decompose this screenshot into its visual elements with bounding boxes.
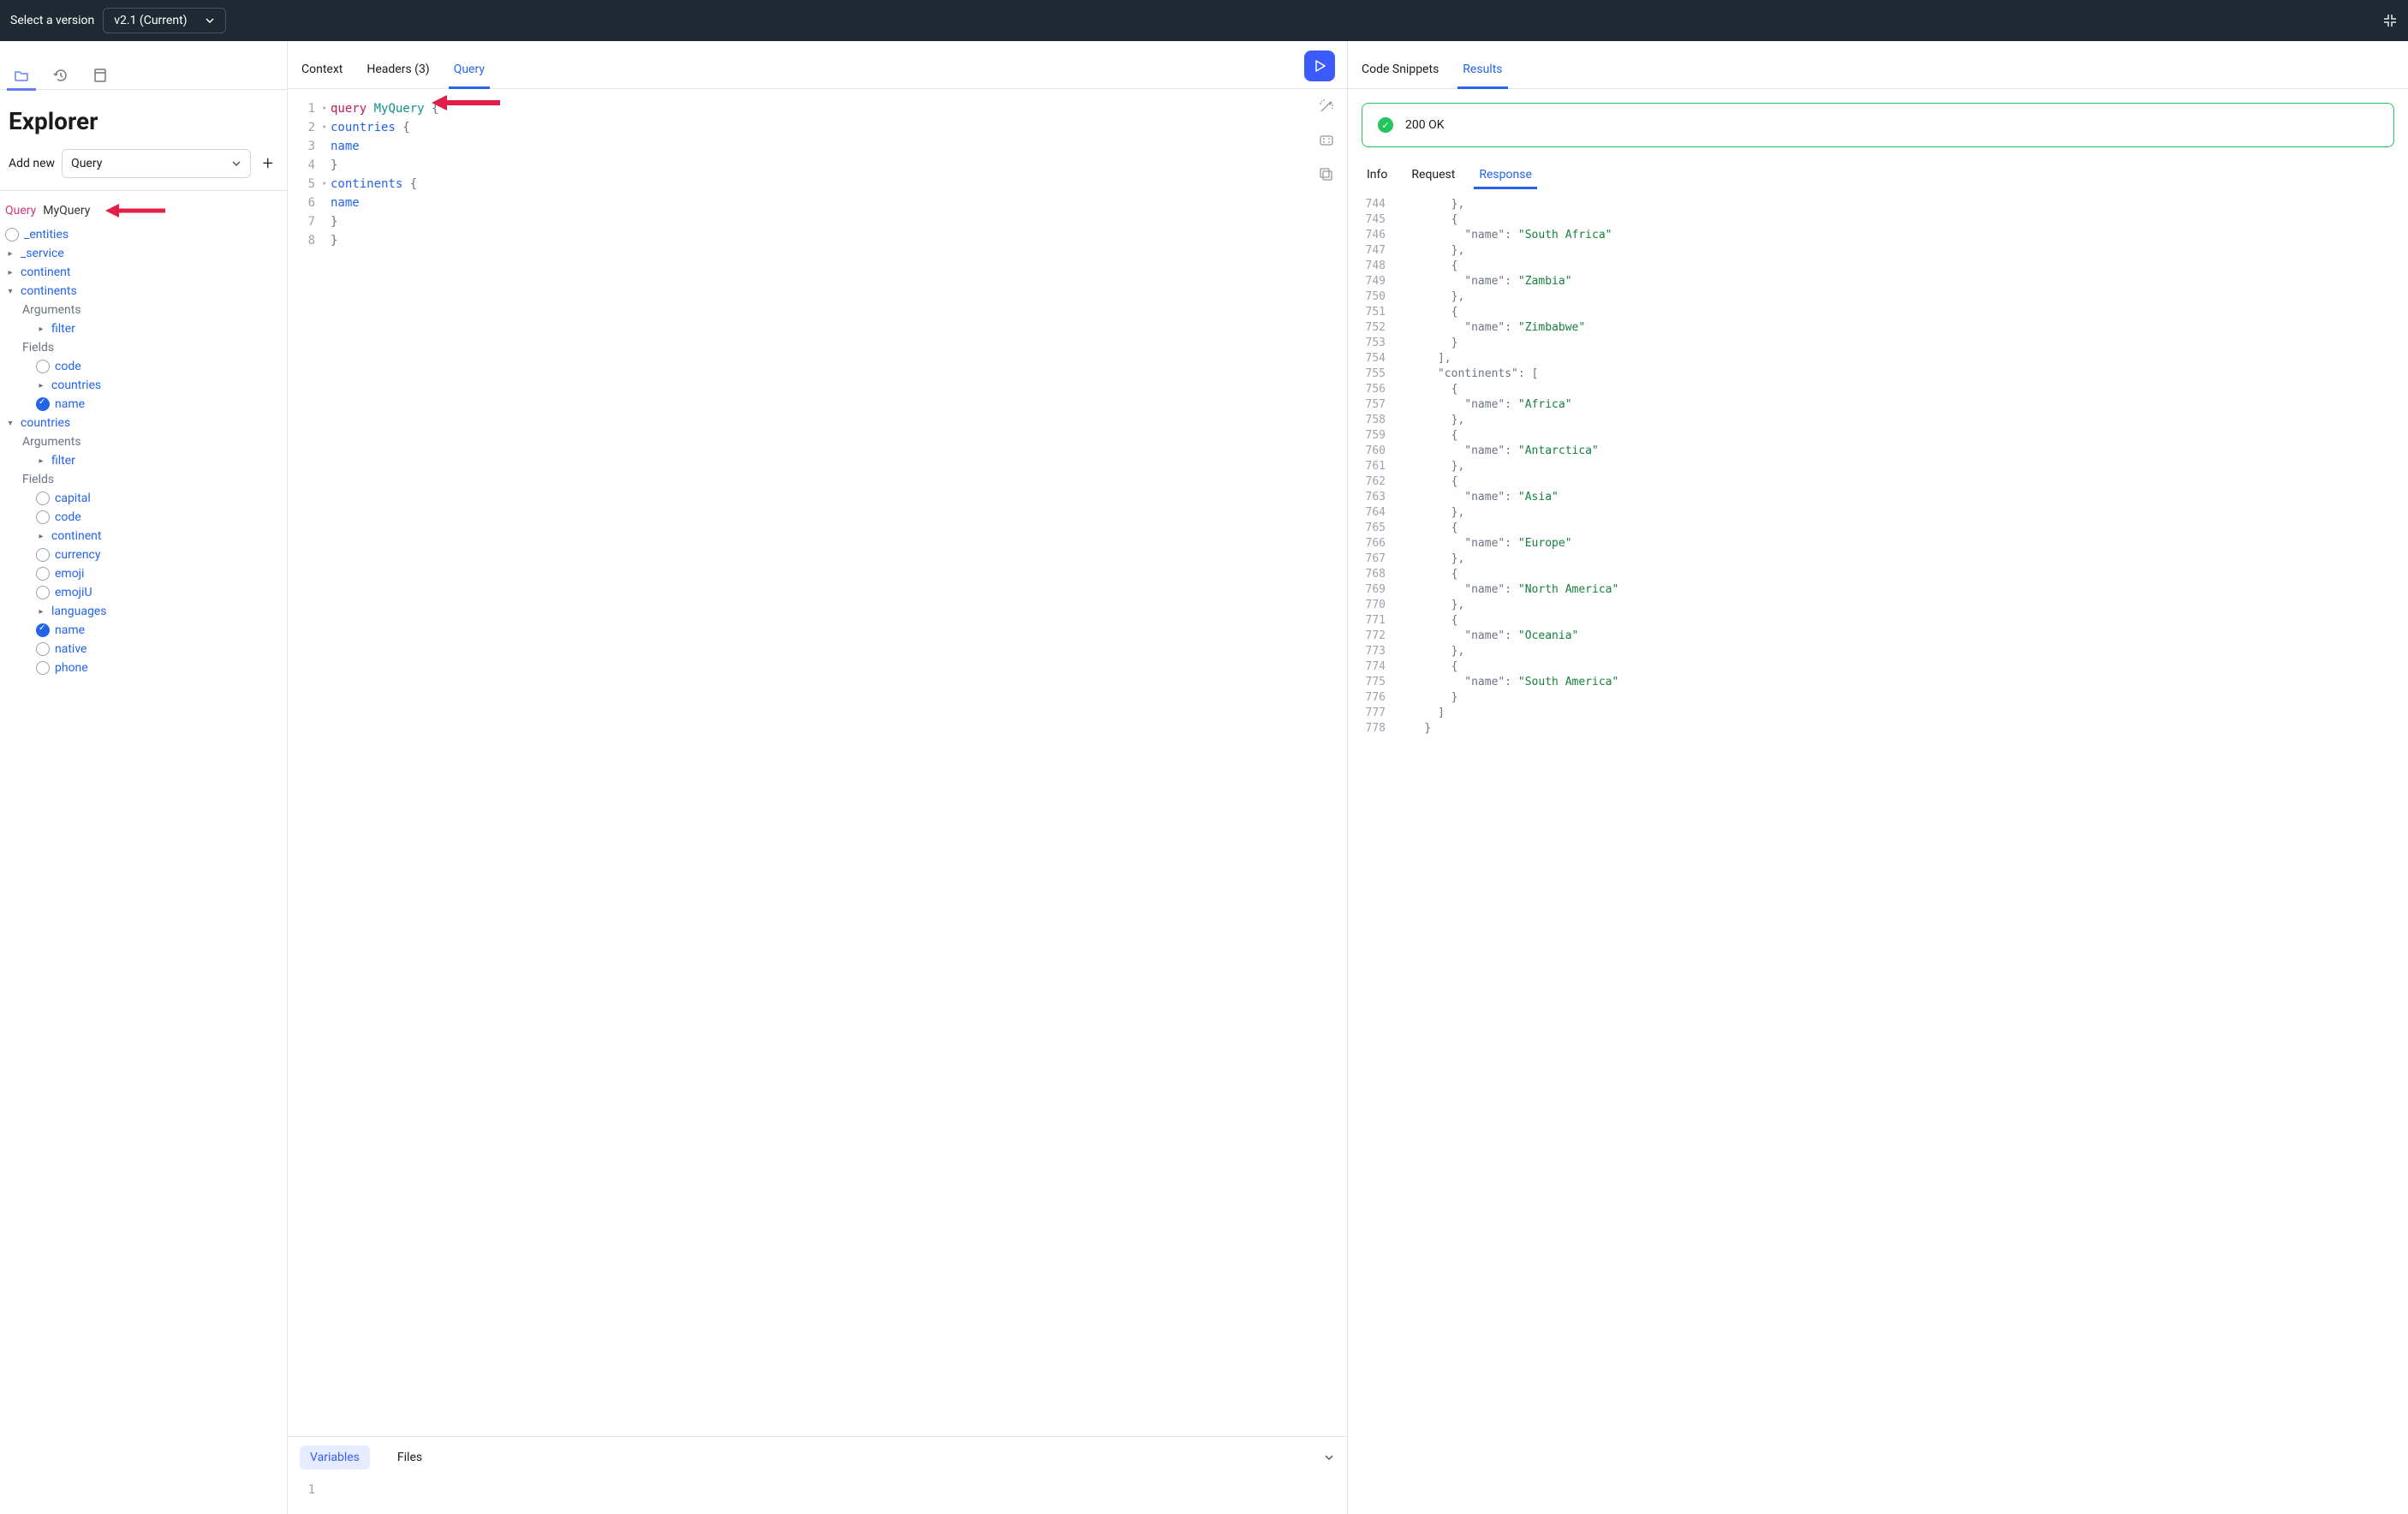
tree-group-fields: Fields [5, 338, 282, 357]
add-new-row: Add new Query + [0, 149, 287, 191]
collapse-icon[interactable] [2382, 13, 2398, 28]
tree-item-countries[interactable]: ▾countries [5, 414, 282, 432]
variables-editor[interactable]: 1 [288, 1478, 1347, 1514]
tree-item-phone[interactable]: phone [5, 659, 282, 677]
editor-tools [1318, 98, 1337, 185]
annotation-arrow-icon [105, 203, 165, 218]
tree-item-emoji[interactable]: emoji [5, 564, 282, 583]
results-panel: Code Snippets Results ✓ 200 OK Info Requ… [1348, 41, 2408, 1514]
tree-group-arguments: Arguments [5, 301, 282, 319]
explorer-tab-icon[interactable] [12, 70, 31, 89]
status-text: 200 OK [1405, 118, 1445, 132]
tab-context[interactable]: Context [300, 63, 344, 88]
left-tool-tabs [0, 41, 287, 89]
tree-group-fields-2: Fields [5, 470, 282, 489]
tree-item-service[interactable]: ▸_service [5, 244, 282, 263]
query-editor[interactable]: 1▾query MyQuery {2▾ countries {3 name4 }… [288, 89, 1347, 1436]
explorer-title: Explorer [0, 90, 287, 149]
play-icon [1313, 59, 1326, 73]
add-query-button[interactable]: + [258, 153, 278, 175]
query-tabs: Context Headers (3) Query [288, 41, 1347, 89]
fullscreen-icon[interactable] [1318, 132, 1337, 151]
tree-item-capital[interactable]: capital [5, 489, 282, 508]
tab-query[interactable]: Query [452, 63, 486, 88]
tree-item-emojiu[interactable]: emojiU [5, 583, 282, 602]
subtab-info[interactable]: Info [1365, 161, 1389, 188]
subtab-response[interactable]: Response [1477, 161, 1534, 188]
chevron-down-icon [231, 158, 241, 169]
explorer-panel: Explorer Add new Query + Query MyQuery _… [0, 41, 288, 1514]
tree-item-countries-field[interactable]: ▸countries [5, 376, 282, 395]
top-bar: Select a version v2.1 (Current) [0, 0, 2408, 41]
tab-headers[interactable]: Headers (3) [365, 63, 431, 88]
query-panel: Context Headers (3) Query 1▾query MyQuer… [288, 41, 1348, 1514]
tree-item-filter-2[interactable]: ▸filter [5, 451, 282, 470]
subtab-request[interactable]: Request [1410, 161, 1457, 188]
tree-item-continent[interactable]: ▸continent [5, 263, 282, 282]
version-selector-group: Select a version v2.1 (Current) [10, 8, 226, 33]
version-label: Select a version [10, 14, 94, 27]
saved-tab-icon[interactable] [91, 70, 110, 89]
tree-item-native[interactable]: native [5, 640, 282, 659]
field-tree: _entities ▸_service ▸continent ▾continen… [0, 225, 287, 1514]
status-box: ✓ 200 OK [1362, 103, 2394, 147]
query-name: MyQuery [43, 204, 90, 218]
chevron-down-icon [205, 15, 215, 26]
tree-item-languages[interactable]: ▸languages [5, 602, 282, 621]
tree-group-arguments-2: Arguments [5, 432, 282, 451]
tree-item-code[interactable]: code [5, 357, 282, 376]
tree-item-name[interactable]: name [5, 395, 282, 414]
history-tab-icon[interactable] [51, 70, 70, 89]
tab-variables[interactable]: Variables [300, 1445, 370, 1469]
tree-item-entities[interactable]: _entities [5, 225, 282, 244]
tree-item-continents[interactable]: ▾continents [5, 282, 282, 301]
magic-wand-icon[interactable] [1318, 98, 1337, 116]
query-type-select[interactable]: Query [62, 149, 250, 178]
add-new-label: Add new [9, 157, 55, 170]
query-type-value: Query [71, 157, 102, 170]
results-tabs: Code Snippets Results [1348, 41, 2408, 89]
response-subtabs: Info Request Response [1348, 161, 2408, 188]
bottom-tabs: Variables Files 1 [288, 1436, 1347, 1514]
response-body[interactable]: 744 },745 {746 "name": "South Africa"747… [1348, 188, 2408, 1514]
success-icon: ✓ [1378, 117, 1393, 133]
tree-item-filter[interactable]: ▸filter [5, 319, 282, 338]
tab-results[interactable]: Results [1461, 63, 1504, 88]
version-value: v2.1 (Current) [114, 14, 187, 27]
query-keyword: Query [5, 204, 36, 218]
annotation-arrow-icon [432, 94, 500, 111]
query-header: Query MyQuery [0, 191, 287, 225]
tab-files[interactable]: Files [387, 1445, 432, 1469]
version-select[interactable]: v2.1 (Current) [103, 8, 225, 33]
copy-icon[interactable] [1318, 166, 1337, 185]
query-editor-wrap: 1▾query MyQuery {2▾ countries {3 name4 }… [288, 89, 1347, 1436]
run-button[interactable] [1304, 51, 1335, 81]
tab-code-snippets[interactable]: Code Snippets [1360, 63, 1440, 88]
tree-item-code-2[interactable]: code [5, 508, 282, 527]
tree-item-currency[interactable]: currency [5, 545, 282, 564]
tree-item-continent-field[interactable]: ▸continent [5, 527, 282, 545]
collapse-chevron-icon[interactable] [1323, 1451, 1335, 1463]
tree-item-name-2[interactable]: name [5, 621, 282, 640]
